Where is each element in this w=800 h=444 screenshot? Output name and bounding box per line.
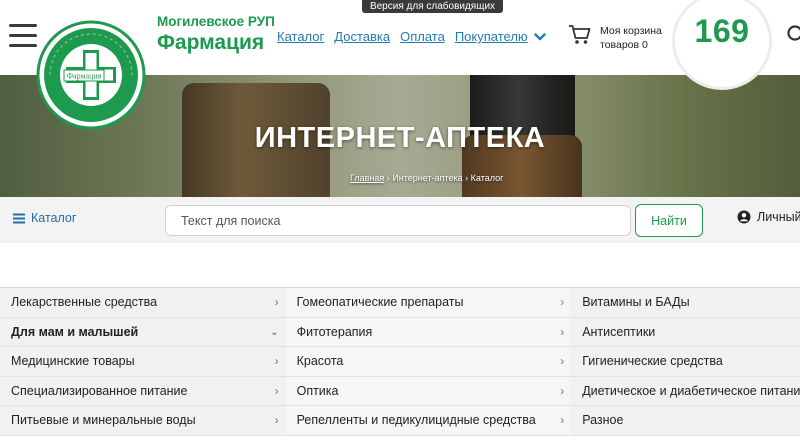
- chevron-down-icon: ⌄: [270, 326, 279, 338]
- nav-item-catalog[interactable]: Каталог: [277, 29, 324, 44]
- chevron-right-icon: ›: [274, 354, 279, 368]
- nav-item-delivery[interactable]: Доставка: [334, 29, 390, 44]
- category-item[interactable]: Питьевые и минеральные воды ›: [0, 406, 286, 435]
- search-button[interactable]: Найти: [635, 204, 703, 237]
- account-link[interactable]: Личный: [737, 210, 800, 224]
- pharmacy-logo[interactable]: Фармация: [36, 20, 146, 130]
- category-item[interactable]: Диетическое и диабетическое питание: [571, 376, 800, 405]
- nav-item-payment[interactable]: Оплата: [400, 29, 445, 44]
- category-item[interactable]: Репелленты и педикулицидные средства ›: [285, 406, 572, 435]
- breadcrumb-separator: ›: [465, 173, 469, 183]
- logo-text: Фармация: [67, 72, 102, 81]
- cart-widget[interactable]: Моя корзина товаров 0: [568, 24, 662, 52]
- chevron-right-icon: ›: [560, 295, 565, 309]
- anniversary-number: 169: [694, 13, 750, 49]
- category-item[interactable]: Лекарственные средства ›: [0, 288, 286, 317]
- category-item[interactable]: Фитотерапия ›: [285, 317, 572, 346]
- brand-line-2: Фармация: [157, 31, 265, 54]
- category-row: Специализированное питание › Оптика › Диет…: [0, 376, 800, 406]
- chevron-right-icon: ›: [274, 295, 279, 309]
- brand-line-1: Могилевское РУП: [157, 14, 275, 29]
- account-label: Личный: [757, 210, 800, 224]
- category-item[interactable]: Антисептики: [571, 317, 800, 346]
- breadcrumb-home[interactable]: Главная: [350, 173, 384, 183]
- category-item-active[interactable]: Для мам и малышей ⌄: [0, 317, 286, 346]
- category-item[interactable]: Красота ›: [285, 347, 572, 376]
- chevron-right-icon: ›: [274, 413, 279, 427]
- search-input[interactable]: [165, 205, 631, 236]
- catalog-menu-label: Каталог: [31, 211, 77, 225]
- category-item[interactable]: Специализированное питание ›: [0, 376, 286, 405]
- chevron-right-icon: ›: [560, 354, 565, 368]
- category-grid: Лекарственные средства › Гомеопатические …: [0, 287, 800, 436]
- chevron-right-icon: ›: [560, 413, 565, 427]
- accessibility-version-link[interactable]: Версия для слабовидящих: [362, 0, 503, 13]
- category-item[interactable]: Гигиенические средства: [571, 347, 800, 376]
- category-item[interactable]: Оптика ›: [285, 376, 572, 405]
- category-row: Лекарственные средства › Гомеопатические …: [0, 288, 800, 318]
- category-row: Для мам и малышей ⌄ Фитотерапия › Антисепт…: [0, 317, 800, 347]
- user-icon: [737, 210, 751, 224]
- cart-icon: [569, 25, 591, 44]
- breadcrumb-current: Каталог: [470, 173, 504, 183]
- category-item[interactable]: Разное: [571, 406, 800, 435]
- search-icon[interactable]: [786, 24, 800, 44]
- chevron-right-icon: ›: [560, 324, 565, 339]
- category-item[interactable]: Витамины и БАДы: [571, 288, 800, 317]
- breadcrumb: Главная › Интернет-аптека › Каталог: [350, 173, 503, 183]
- chevron-right-icon: ›: [274, 383, 279, 398]
- cart-count: товаров 0: [600, 39, 648, 51]
- category-row: Питьевые и минеральные воды › Репелленты …: [0, 406, 800, 436]
- category-row: Медицинские товары › Красота › Гигиеническ…: [0, 347, 800, 377]
- list-icon: [13, 213, 25, 223]
- cart-title: Моя корзина: [600, 25, 662, 37]
- breadcrumb-pharmacy[interactable]: Интернет-аптека: [392, 173, 462, 183]
- main-nav: Каталог Доставка Оплата Покупателю: [277, 29, 546, 44]
- catalog-menu-button[interactable]: Каталог: [13, 211, 76, 225]
- breadcrumb-separator: ›: [386, 173, 390, 183]
- search-bar: Каталог Найти Личный: [0, 197, 800, 243]
- category-item[interactable]: Гомеопатические препараты ›: [285, 288, 572, 317]
- chevron-down-icon[interactable]: [533, 32, 546, 42]
- menu-icon[interactable]: [9, 24, 37, 48]
- nav-item-customer[interactable]: Покупателю: [455, 29, 528, 44]
- category-item[interactable]: Медицинские товары ›: [0, 347, 286, 376]
- brand-name[interactable]: Могилевское РУП Фармация: [157, 14, 275, 56]
- chevron-right-icon: ›: [560, 383, 565, 398]
